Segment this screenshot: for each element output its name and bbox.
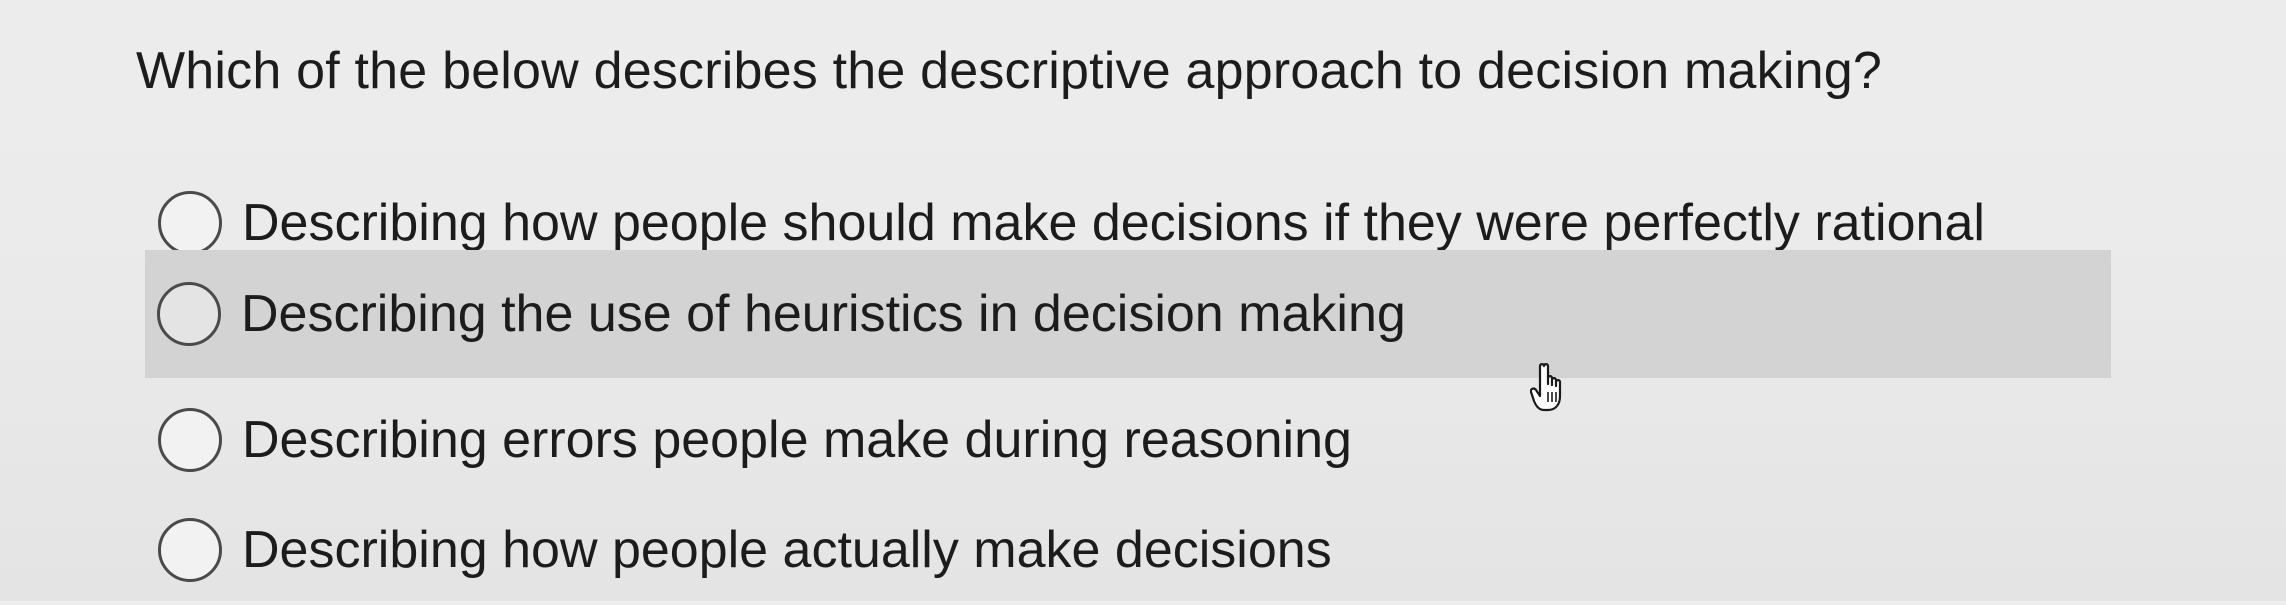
answer-option-label: Describing how people actually make deci… — [242, 521, 1332, 579]
answer-option-2[interactable]: Describing the use of heuristics in deci… — [145, 250, 2111, 378]
radio-button-4[interactable] — [158, 518, 222, 582]
quiz-screen: Which of the below describes the descrip… — [0, 0, 2286, 601]
radio-button-2[interactable] — [157, 282, 221, 346]
answer-options: Describing how people should make decisi… — [0, 0, 2286, 601]
answer-option-3[interactable]: Describing errors people make during rea… — [146, 385, 2110, 495]
radio-button-1[interactable] — [158, 191, 222, 255]
answer-option-4[interactable]: Describing how people actually make deci… — [146, 495, 2110, 605]
answer-option-label: Describing the use of heuristics in deci… — [241, 285, 1406, 343]
hand-pointer-icon — [1530, 363, 1562, 412]
answer-option-label: Describing how people should make decisi… — [242, 194, 1985, 252]
answer-option-label: Describing errors people make during rea… — [242, 411, 1352, 469]
radio-button-3[interactable] — [158, 408, 222, 472]
